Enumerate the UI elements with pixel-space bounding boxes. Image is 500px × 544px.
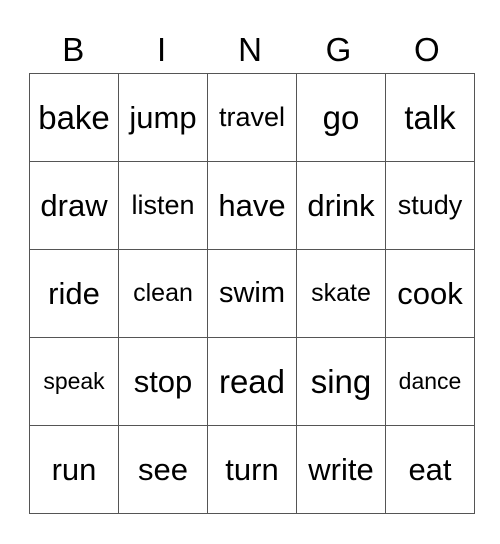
grid-row: run see turn write eat <box>29 425 475 514</box>
bingo-cell[interactable]: dance <box>385 337 475 426</box>
bingo-cell[interactable]: eat <box>385 425 475 514</box>
grid-row: speak stop read sing dance <box>29 337 475 426</box>
header-letter-i: I <box>157 31 167 68</box>
bingo-cell[interactable]: write <box>296 425 386 514</box>
header-letter-b: B <box>62 31 85 68</box>
bingo-cell[interactable]: go <box>296 73 386 162</box>
bingo-cell[interactable]: ride <box>29 249 119 338</box>
bingo-cell[interactable]: drink <box>296 161 386 250</box>
bingo-cell[interactable]: draw <box>29 161 119 250</box>
bingo-cell[interactable]: speak <box>29 337 119 426</box>
bingo-cell[interactable]: run <box>29 425 119 514</box>
bingo-cell[interactable]: sing <box>296 337 386 426</box>
bingo-cell[interactable]: see <box>118 425 208 514</box>
bingo-cell[interactable]: study <box>385 161 475 250</box>
bingo-cell[interactable]: stop <box>118 337 208 426</box>
bingo-cell[interactable]: swim <box>207 249 297 338</box>
bingo-cell[interactable]: read <box>207 337 297 426</box>
bingo-cell[interactable]: skate <box>296 249 386 338</box>
bingo-cell[interactable]: clean <box>118 249 208 338</box>
bingo-cell[interactable]: cook <box>385 249 475 338</box>
bingo-header: B I N G O <box>29 28 471 72</box>
grid-row: bake jump travel go talk <box>29 73 475 162</box>
bingo-cell[interactable]: turn <box>207 425 297 514</box>
bingo-card: bake jump travel go talk draw listen have drink s… <box>29 73 475 514</box>
bingo-cell[interactable]: have <box>207 161 297 250</box>
bingo-cell[interactable]: listen <box>118 161 208 250</box>
bingo-cell[interactable]: travel <box>207 73 297 162</box>
header-letter-n: N <box>238 31 262 68</box>
bingo-cell[interactable]: bake <box>29 73 119 162</box>
grid-row: ride clean swim skate cook <box>29 249 475 338</box>
header-letter-g: G <box>325 31 352 68</box>
grid-row: draw listen have drink study <box>29 161 475 250</box>
bingo-cell[interactable]: jump <box>118 73 208 162</box>
header-letter-o: O <box>413 31 440 68</box>
bingo-cell[interactable]: talk <box>385 73 475 162</box>
